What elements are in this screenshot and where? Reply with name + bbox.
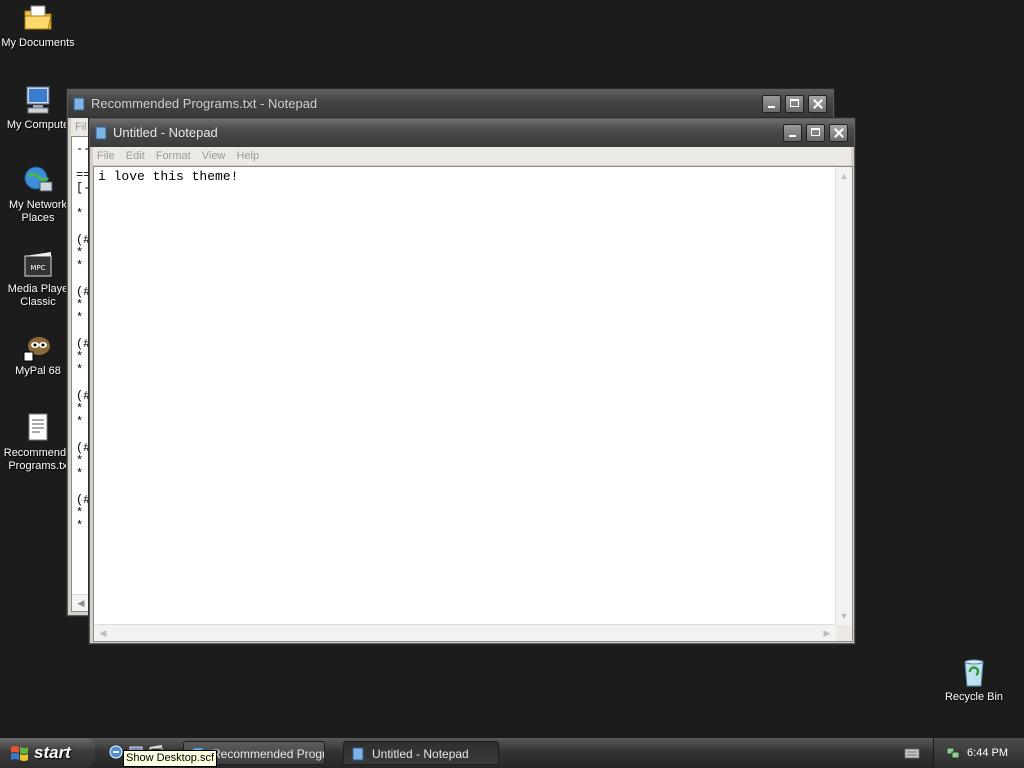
windows-logo-icon <box>11 746 28 761</box>
maximize-button[interactable] <box>806 124 825 142</box>
desktop-icon-label: My Compute <box>6 119 70 131</box>
computer-icon <box>26 86 50 114</box>
window-untitled-notepad[interactable]: Untitled - Notepad File Edit Format View… <box>89 118 855 644</box>
editor-text[interactable]: i love this theme! <box>98 168 238 185</box>
window-title: Untitled - Notepad <box>113 125 218 140</box>
svg-text:MPC: MPC <box>30 264 45 272</box>
menu-bar: File Edit Format View Help <box>93 147 851 165</box>
desktop-icon-my-documents[interactable]: My Documents <box>0 2 76 50</box>
menu-help[interactable]: Help <box>232 147 263 165</box>
clock[interactable]: 6:44 PM <box>967 738 1008 768</box>
desktop-icon-mypal[interactable]: MyPal 68 <box>0 330 76 378</box>
desktop-icon-recommended-programs[interactable]: Recommende Programs.tx <box>0 412 76 473</box>
scroll-up-icon[interactable]: ▲ <box>837 169 851 183</box>
menu-file[interactable]: File <box>93 147 119 165</box>
keyboard-language-icon[interactable] <box>904 746 920 760</box>
desktop-icon-label: My Documents <box>1 37 75 49</box>
size-grip[interactable] <box>836 625 852 641</box>
menu-format[interactable]: Format <box>152 147 195 165</box>
close-button[interactable] <box>808 95 827 113</box>
notepad-icon <box>352 747 364 761</box>
scroll-left-icon[interactable]: ◀ <box>96 626 110 640</box>
scroll-right-icon[interactable]: ▶ <box>820 626 834 640</box>
desktop-icon-label: My Network Places <box>8 199 68 224</box>
minimize-button[interactable] <box>783 124 802 142</box>
close-button[interactable] <box>829 124 848 142</box>
desktop-icon-my-computer[interactable]: My Compute <box>0 84 76 132</box>
network-icon <box>24 166 53 192</box>
scroll-left-icon[interactable]: ◀ <box>74 596 88 610</box>
taskbar-button-label: Recommended Progr... <box>212 747 325 761</box>
start-label: start <box>34 743 71 762</box>
menu-file[interactable]: Fil <box>71 118 91 136</box>
horizontal-scrollbar[interactable]: ◀ ▶ <box>94 624 836 641</box>
media-player-icon: MPC <box>24 248 52 277</box>
start-button[interactable]: start <box>0 738 95 768</box>
notepad-icon <box>73 97 85 111</box>
text-document-icon <box>28 413 48 441</box>
menu-edit[interactable]: Edit <box>122 147 149 165</box>
title-bar[interactable]: Untitled - Notepad <box>90 119 854 147</box>
network-status-icon[interactable] <box>946 746 960 760</box>
scroll-down-icon[interactable]: ▼ <box>837 609 851 623</box>
maximize-button[interactable] <box>785 95 804 113</box>
mypal-browser-icon <box>23 337 50 362</box>
desktop-icon-media-player-classic[interactable]: MPC Media Playe Classic <box>0 248 76 309</box>
desktop-icon-recycle-bin[interactable]: Recycle Bin <box>936 656 1012 704</box>
desktop-icon-label: Recycle Bin <box>944 691 1004 703</box>
vertical-scrollbar[interactable]: ▲ ▼ <box>835 167 852 625</box>
minimize-button[interactable] <box>762 95 781 113</box>
tooltip: Show Desktop.scf <box>123 750 218 767</box>
desktop-icon-label: Recommende Programs.tx <box>3 447 73 472</box>
title-bar[interactable]: Recommended Programs.txt - Notepad <box>68 90 833 118</box>
system-tray: 6:44 PM <box>933 738 1024 768</box>
taskbar-button-label: Untitled - Notepad <box>372 747 469 761</box>
recycle-bin-icon <box>964 659 984 687</box>
window-title: Recommended Programs.txt - Notepad <box>91 96 318 111</box>
text-editor[interactable]: i love this theme! ▲ ▼ ◀ ▶ <box>93 166 853 642</box>
desktop-icon-label: Media Playe Classic <box>7 283 69 308</box>
folder-documents-icon <box>24 5 52 30</box>
notepad-icon <box>95 126 107 140</box>
desktop-icon-my-network-places[interactable]: My Network Places <box>0 164 76 225</box>
browser-quicklaunch-icon[interactable] <box>108 744 124 760</box>
desktop-icon-label: MyPal 68 <box>15 365 61 377</box>
menu-view[interactable]: View <box>198 147 230 165</box>
taskbar-button-untitled-notepad[interactable]: Untitled - Notepad <box>343 741 499 765</box>
